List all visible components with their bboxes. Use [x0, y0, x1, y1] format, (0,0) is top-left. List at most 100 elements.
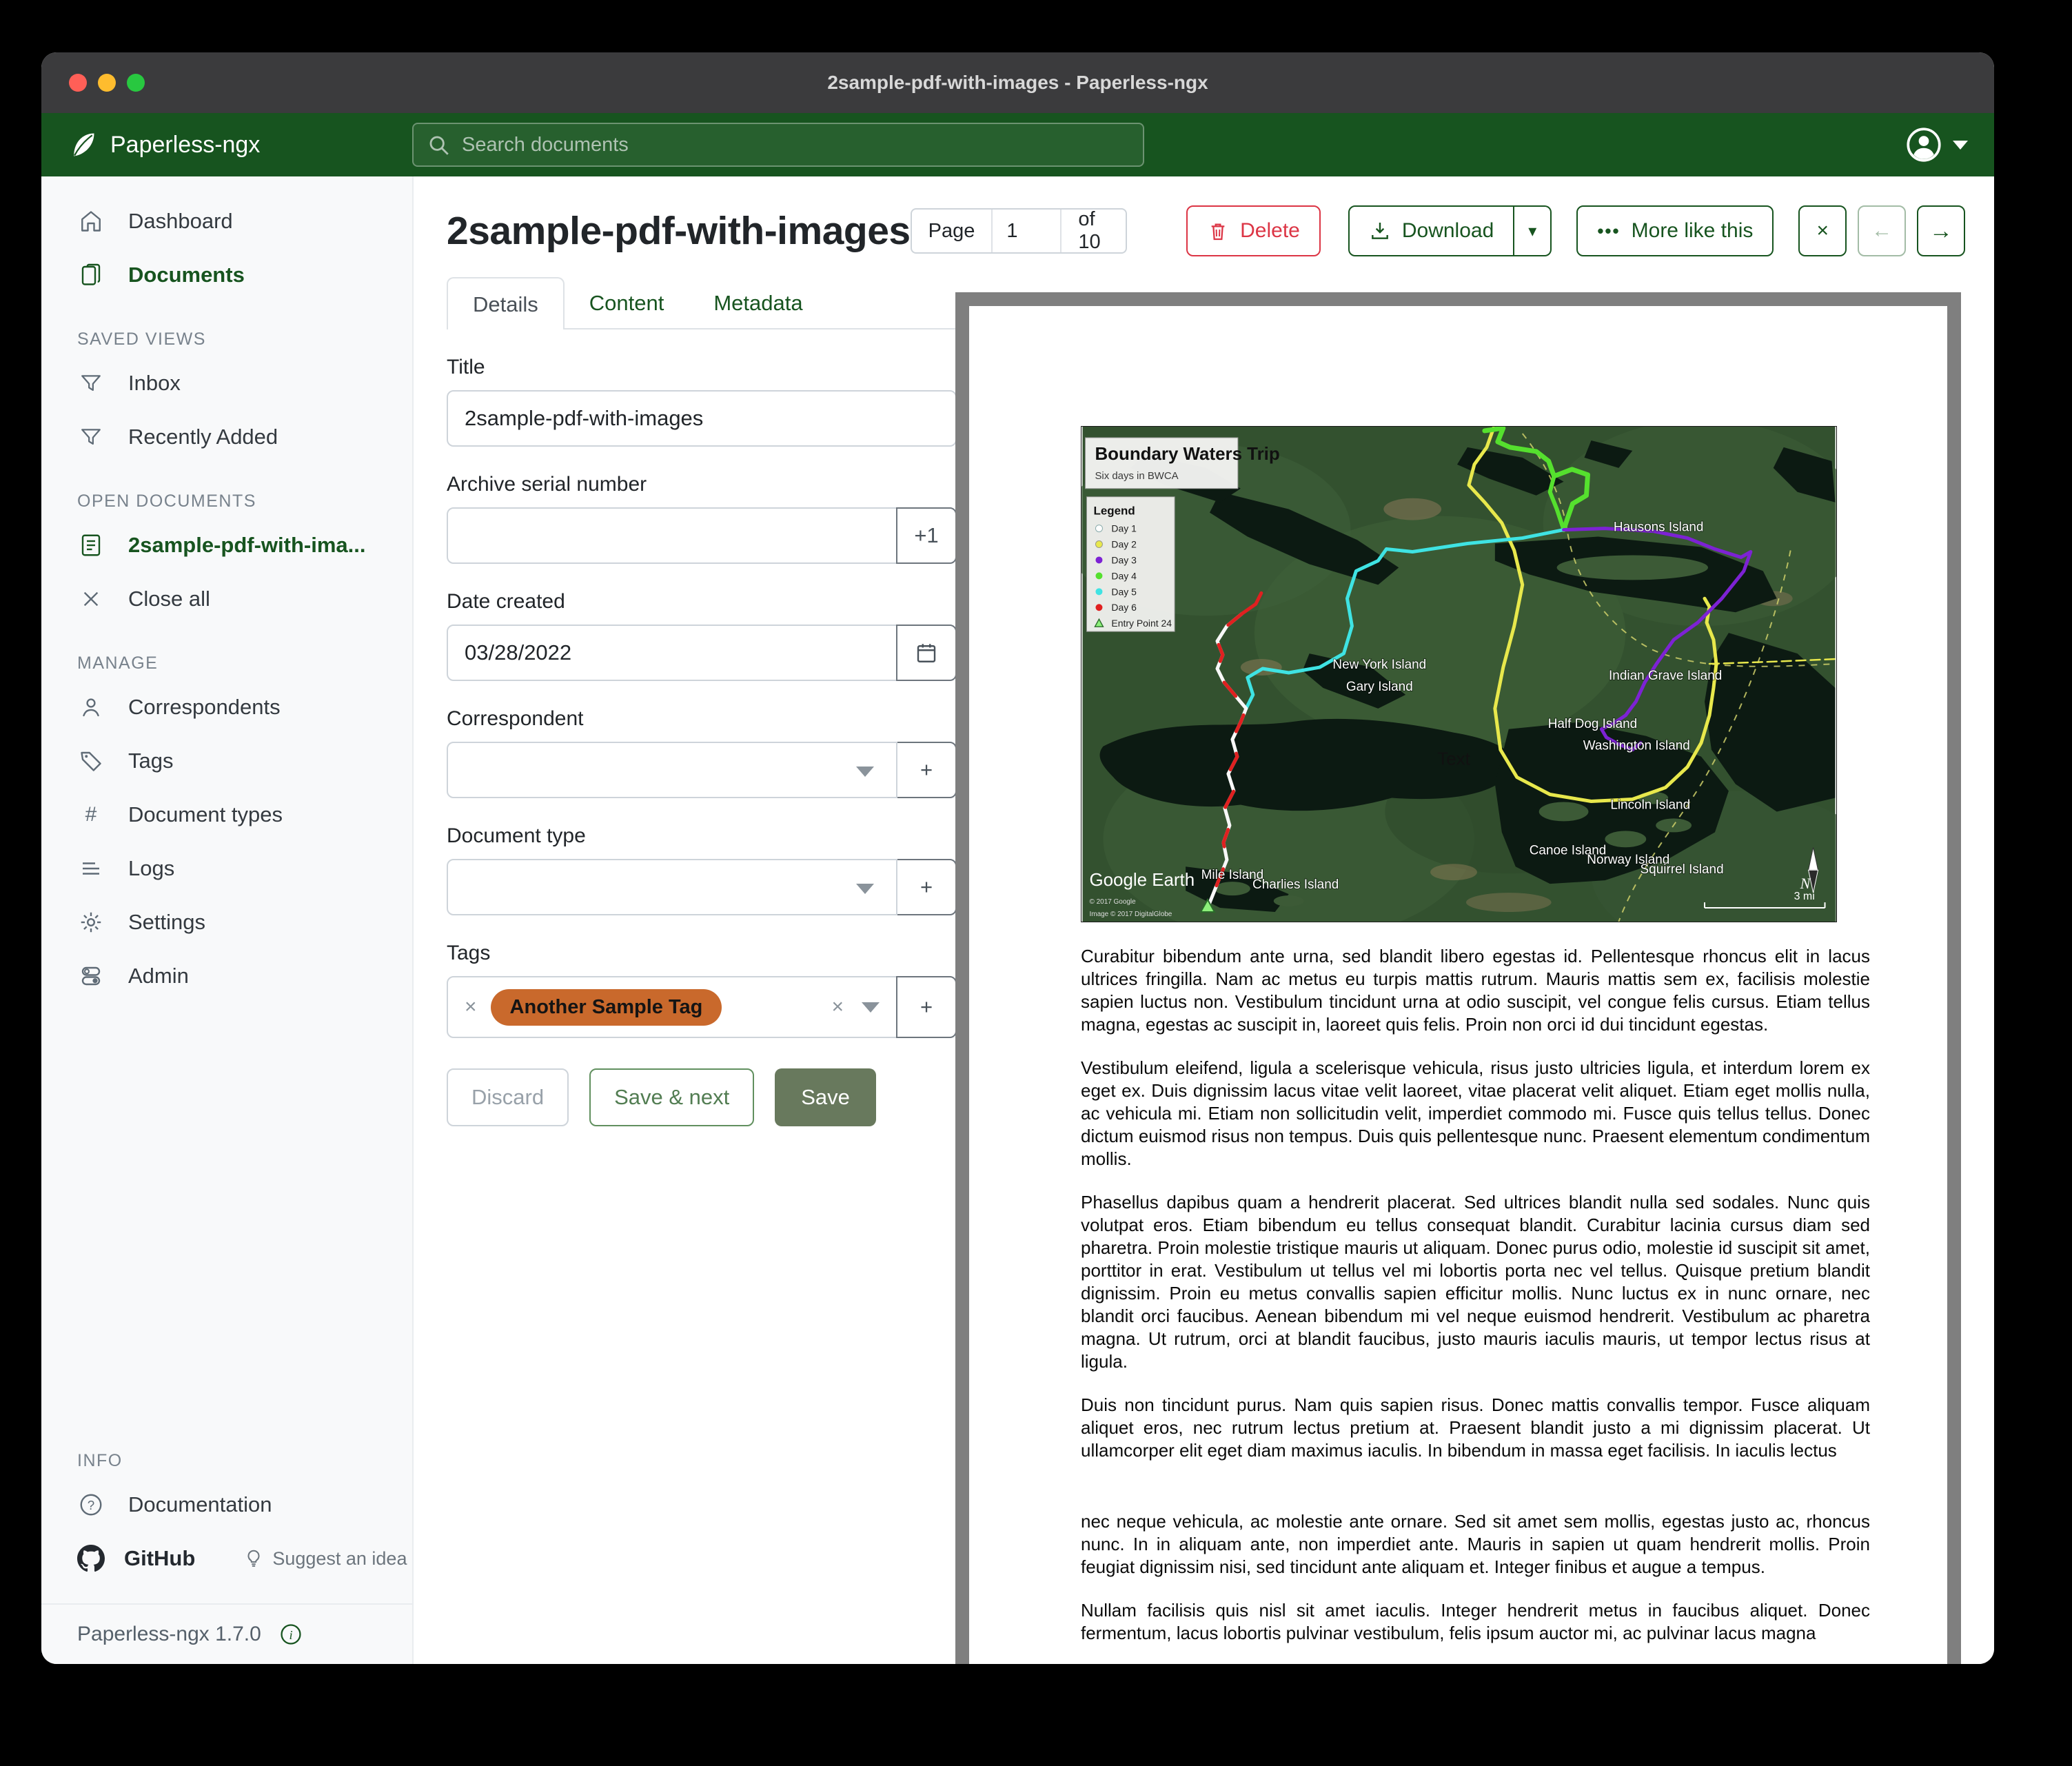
map-legend: Legend Day 1 [1087, 497, 1175, 631]
tab-details[interactable]: Details [447, 277, 565, 329]
sidebar-item-document-types[interactable]: # Document types [41, 788, 412, 842]
chevron-down-icon [1953, 141, 1968, 150]
asn-input[interactable] [447, 507, 897, 564]
save-button[interactable]: Save [775, 1068, 876, 1126]
correspondent-label: Correspondent [447, 707, 957, 731]
sidebar-item-documentation[interactable]: ? Documentation [41, 1478, 412, 1532]
question-circle-icon: ? [77, 1492, 105, 1517]
map-label: Washington Island [1583, 739, 1690, 753]
tab-content[interactable]: Content [565, 277, 689, 328]
user-menu[interactable] [1906, 127, 1968, 163]
tag-chip[interactable]: Another Sample Tag [491, 989, 722, 1026]
remove-tag-icon[interactable]: × [465, 995, 477, 1019]
minimize-window-button[interactable] [98, 74, 116, 92]
tab-metadata[interactable]: Metadata [689, 277, 827, 328]
form-actions: Discard Save & next Save [447, 1068, 957, 1126]
search-icon [427, 134, 451, 157]
search-bar [412, 123, 1144, 167]
download-label: Download [1402, 219, 1494, 243]
document-header: 2sample-pdf-with-images Page of 10 Delet… [414, 176, 1994, 277]
discard-button[interactable]: Discard [447, 1068, 569, 1126]
correspondent-group: + [447, 742, 957, 798]
trash-icon [1207, 220, 1229, 242]
pdf-text-block: Curabitur bibendum ante urna, sed blandi… [1081, 945, 1870, 1645]
page-number-input[interactable] [991, 210, 1060, 252]
zoom-window-button[interactable] [127, 74, 145, 92]
correspondent-select[interactable] [447, 742, 897, 798]
asn-group: +1 [447, 507, 957, 564]
sidebar-item-label: Inbox [128, 371, 181, 396]
add-tag-button[interactable]: + [896, 976, 957, 1038]
version-row: Paperless-ngx 1.7.0 i [41, 1603, 412, 1664]
close-document-button[interactable]: × [1798, 205, 1847, 256]
arrow-left-icon: ← [1871, 219, 1892, 243]
sidebar-item-settings[interactable]: Settings [41, 895, 412, 949]
github-link[interactable]: GitHub [77, 1545, 195, 1572]
search-input[interactable] [412, 123, 1144, 167]
suggest-idea-label: Suggest an idea [272, 1548, 407, 1570]
pdf-paragraph: Curabitur bibendum ante urna, sed blandi… [1081, 945, 1870, 1036]
macos-titlebar: 2sample-pdf-with-images - Paperless-ngx [41, 52, 1994, 113]
sidebar-item-logs[interactable]: Logs [41, 842, 412, 895]
close-icon [77, 588, 105, 610]
add-correspondent-button[interactable]: + [896, 742, 957, 798]
list-icon [77, 856, 105, 881]
chevron-down-icon: ▾ [1528, 221, 1536, 241]
sidebar-item-close-all[interactable]: Close all [41, 572, 412, 626]
page-navigator: Page of 10 [911, 208, 1128, 254]
date-created-input[interactable] [447, 625, 897, 681]
sidebar-item-label: 2sample-pdf-with-ima... [128, 533, 365, 558]
google-earth-label: Google Earth [1089, 871, 1195, 890]
tags-select[interactable]: × Another Sample Tag × [447, 976, 897, 1038]
title-input[interactable] [447, 390, 957, 447]
download-button[interactable]: Download [1348, 205, 1514, 256]
suggest-idea-link[interactable]: Suggest an idea [243, 1548, 407, 1570]
home-icon [77, 209, 105, 234]
info-circle-icon[interactable]: i [279, 1623, 303, 1646]
save-and-next-button[interactable]: Save & next [589, 1068, 754, 1126]
sidebar-item-tags[interactable]: Tags [41, 734, 412, 788]
delete-button[interactable]: Delete [1186, 205, 1321, 256]
sidebar-item-open-document[interactable]: 2sample-pdf-with-ima... [41, 518, 412, 572]
sidebar-item-recently-added[interactable]: Recently Added [41, 410, 412, 464]
manage-header: MANAGE [77, 653, 412, 673]
map-label: Squirrel Island [1641, 862, 1724, 877]
app-window: 2sample-pdf-with-images - Paperless-ngx … [41, 52, 1994, 1664]
legend-item: Day 6 [1111, 602, 1137, 613]
map-label: Indian Grave Island [1609, 669, 1722, 683]
map-text-note: Text [1437, 750, 1470, 769]
version-label: Paperless-ngx 1.7.0 [77, 1623, 261, 1646]
saved-views-header: SAVED VIEWS [77, 329, 412, 349]
pdf-paragraph: nec neque vehicula, ac molestie ante orn… [1081, 1510, 1870, 1579]
open-documents-header: OPEN DOCUMENTS [77, 491, 412, 511]
asn-plus-one-button[interactable]: +1 [896, 507, 957, 564]
clear-tags-icon[interactable]: × [831, 995, 844, 1019]
sidebar-item-documents[interactable]: Documents [41, 248, 412, 302]
sidebar-item-label: Settings [128, 910, 205, 935]
header-actions: Page of 10 Delete Download [911, 205, 1965, 256]
download-options-button[interactable]: ▾ [1514, 205, 1552, 256]
sidebar-item-dashboard[interactable]: Dashboard [41, 194, 412, 248]
sidebar-item-correspondents[interactable]: Correspondents [41, 680, 412, 734]
github-label: GitHub [124, 1546, 195, 1571]
next-document-button[interactable]: → [1917, 205, 1965, 256]
more-like-this-button[interactable]: ••• More like this [1576, 205, 1774, 256]
main-panel: 2sample-pdf-with-images Page of 10 Delet… [414, 176, 1994, 1664]
sidebar: Dashboard Documents SAVED VIEWS Inbox [41, 176, 414, 1664]
close-window-button[interactable] [69, 74, 87, 92]
download-split-button: Download ▾ [1348, 205, 1552, 256]
sidebar-item-label: Tags [128, 749, 173, 773]
previous-document-button[interactable]: ← [1858, 205, 1906, 256]
document-type-label: Document type [447, 824, 957, 848]
sidebar-item-label: Admin [128, 964, 189, 988]
pdf-viewer[interactable]: Hausons Island New York Island Gary Isla… [955, 292, 1961, 1664]
sidebar-item-label: Documentation [128, 1492, 272, 1517]
sidebar-item-inbox[interactable]: Inbox [41, 356, 412, 410]
sidebar-item-admin[interactable]: Admin [41, 949, 412, 1003]
github-icon [77, 1545, 105, 1572]
document-type-select[interactable] [447, 859, 897, 915]
add-document-type-button[interactable]: + [896, 859, 957, 915]
sidebar-item-label: Correspondents [128, 695, 281, 720]
brand[interactable]: Paperless-ngx [68, 130, 412, 160]
calendar-button[interactable] [896, 625, 957, 681]
